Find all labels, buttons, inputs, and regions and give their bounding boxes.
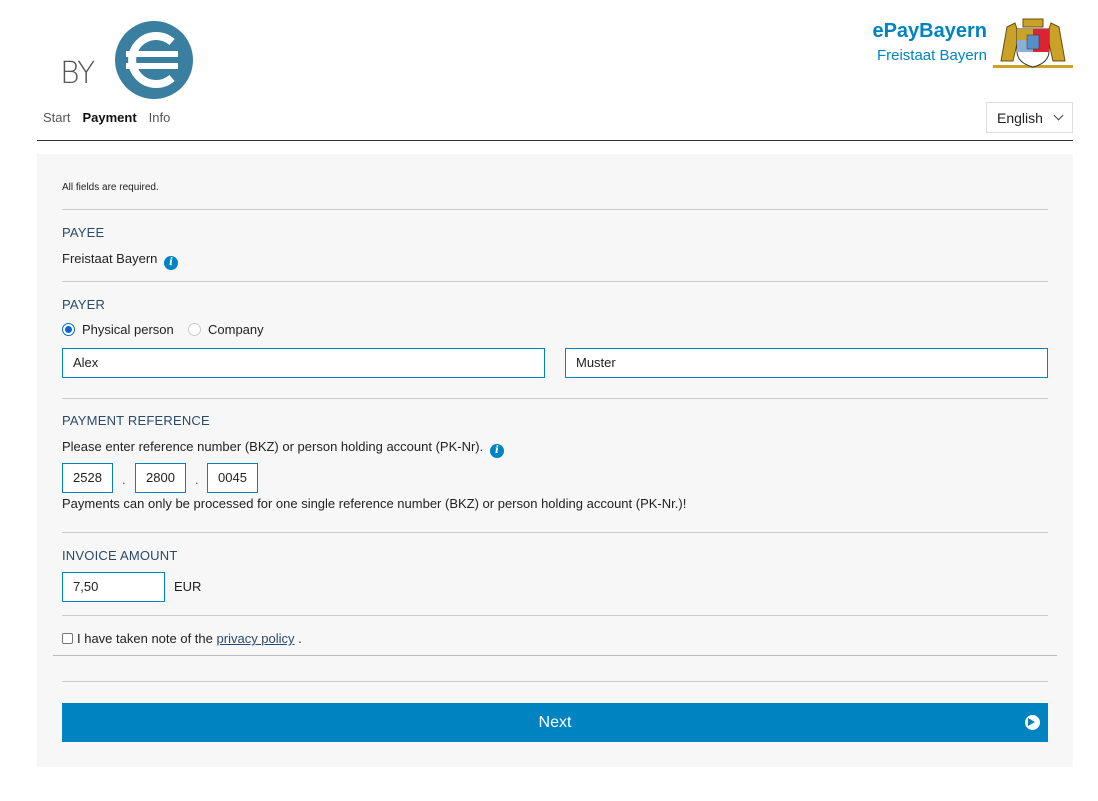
privacy-policy-link[interactable]: privacy policy [217, 631, 295, 646]
reference-part-3-input[interactable]: 0045 [207, 463, 258, 493]
reference-instruction: Please enter reference number (BKZ) or p… [62, 439, 484, 454]
payee-value: Freistaat Bayern [62, 251, 158, 266]
nav-start[interactable]: Start [43, 110, 70, 125]
payee-row: Freistaat Bayern i [62, 251, 178, 270]
arrow-right-icon [1025, 715, 1040, 730]
first-name-input[interactable]: Alex [62, 348, 545, 378]
section-divider [62, 398, 1048, 399]
payment-reference-title: PAYMENT REFERENCE [62, 413, 210, 428]
section-divider [62, 681, 1048, 682]
reference-instruction-row: Please enter reference number (BKZ) or p… [62, 439, 504, 458]
privacy-checkbox[interactable] [62, 633, 73, 644]
required-note: All fields are required. [62, 182, 159, 193]
info-icon[interactable]: i [489, 444, 504, 458]
next-button-label: Next [538, 713, 572, 731]
section-divider [62, 615, 1048, 616]
privacy-suffix: . [298, 631, 302, 646]
header: BY Start Payment Info ePayBayern Freista… [0, 0, 1098, 142]
last-name-input[interactable]: Muster [565, 348, 1048, 378]
language-select[interactable]: English [986, 102, 1073, 133]
euro-icon [115, 21, 193, 99]
epay-logo[interactable]: BY [58, 18, 198, 102]
invoice-amount-title: INVOICE AMOUNT [62, 548, 178, 563]
reference-separator: . [195, 472, 199, 487]
bavaria-crest-icon [993, 18, 1073, 68]
logo-by-text: BY [60, 56, 95, 91]
main-nav: Start Payment Info [43, 110, 170, 125]
info-icon[interactable]: i [164, 256, 178, 270]
brand-title: ePayBayern [872, 20, 987, 42]
invoice-amount-input[interactable]: 7,50 [62, 572, 165, 602]
brand-subtitle: Freistaat Bayern [876, 47, 987, 64]
header-divider [37, 140, 1073, 141]
section-divider [53, 655, 1057, 656]
radio-company[interactable] [188, 323, 201, 336]
nav-info[interactable]: Info [149, 110, 171, 125]
payee-title: PAYEE [62, 225, 105, 240]
language-label: English [997, 109, 1043, 126]
reference-separator: . [122, 472, 126, 487]
radio-company-label[interactable]: Company [208, 322, 264, 337]
section-divider [62, 281, 1048, 282]
reference-note: Payments can only be processed for one s… [62, 496, 687, 511]
radio-physical-person-label[interactable]: Physical person [82, 322, 174, 337]
payment-form-panel [37, 154, 1073, 767]
chevron-down-icon [1053, 110, 1064, 121]
reference-part-2-input[interactable]: 2800 [135, 463, 186, 493]
currency-label: EUR [174, 579, 202, 594]
nav-payment[interactable]: Payment [82, 110, 136, 125]
payer-title: PAYER [62, 297, 106, 312]
brand: ePayBayern Freistaat Bayern [872, 20, 987, 64]
privacy-prefix: I have taken note of the [77, 631, 213, 646]
radio-physical-person[interactable] [62, 323, 75, 336]
next-button[interactable]: Next [62, 703, 1048, 742]
reference-part-1-input[interactable]: 2528 [62, 463, 113, 493]
privacy-text: I have taken note of the privacy policy … [77, 631, 302, 646]
section-divider [62, 209, 1048, 210]
section-divider [62, 532, 1048, 533]
